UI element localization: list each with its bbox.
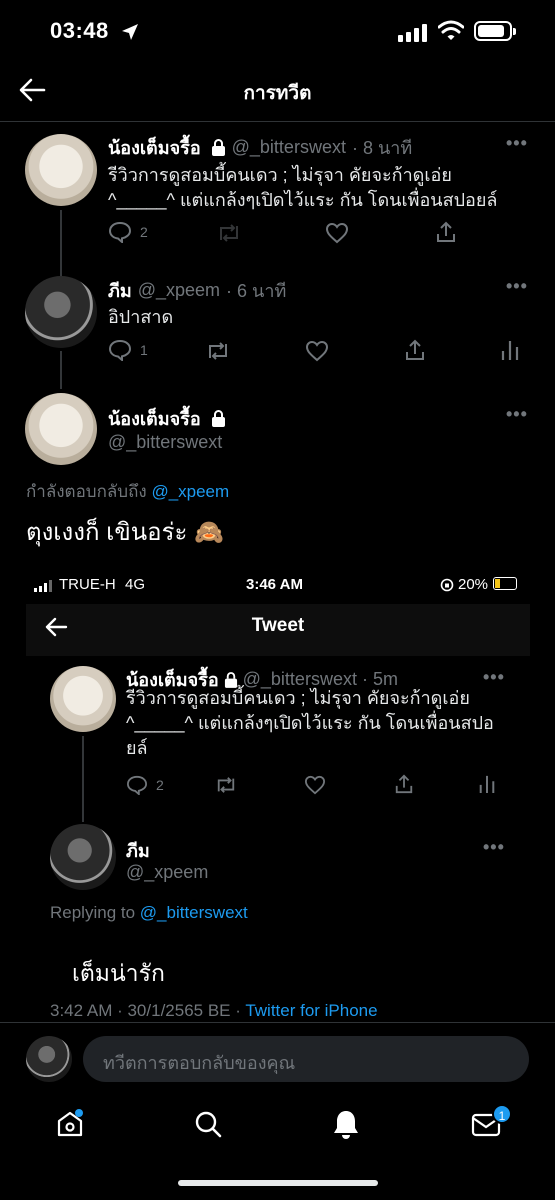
- battery-icon: [474, 21, 516, 41]
- embedded-tweet-text-line: รีวิวการดูสอมบี้คนเดว ; ไม่รุจา คัยจะก้า…: [126, 688, 470, 708]
- like-icon[interactable]: [305, 340, 329, 362]
- thread-line: [60, 351, 62, 389]
- embedded-reply-button: 2: [126, 775, 164, 795]
- tweet-text: รีวิวการดูสอมบี้คนเดว ; ไม่รุจา คัยจะก้า…: [108, 163, 548, 213]
- retweet-icon[interactable]: [205, 340, 231, 362]
- reply-icon: [108, 339, 132, 361]
- page-title: การทวีต: [243, 83, 312, 104]
- embedded-more-options-icon: •••: [483, 837, 505, 857]
- embedded-reply-text: เต็มน่ารัก: [72, 960, 165, 986]
- replying-to-link[interactable]: @_xpeem: [151, 482, 229, 501]
- my-avatar[interactable]: [26, 1036, 72, 1082]
- display-name[interactable]: น้องเต็มจรื้อ: [108, 404, 201, 433]
- embedded-timestamp: 3:42 AM · 30/1/2565 BE · Twitter for iPh…: [50, 1001, 378, 1021]
- reply-bar-divider: [0, 1022, 555, 1023]
- main-tweet-text-content: ตุงเงงก็ เขินอร่ะ: [26, 519, 188, 546]
- more-options-icon[interactable]: •••: [506, 276, 528, 297]
- embedded-share-icon: [395, 774, 413, 794]
- embedded-page-title: Tweet: [251, 615, 305, 636]
- home-indicator: [178, 1180, 378, 1186]
- avatar[interactable]: [25, 393, 97, 465]
- tweet-header: น้องเต็มจรื้อ: [108, 404, 226, 433]
- reply-icon: [108, 221, 132, 243]
- lock-icon: [211, 139, 225, 156]
- attached-screenshot[interactable]: TRUE-H 4G 3:46 AM 20% Tweet น้องเต็มจรื้…: [26, 568, 530, 1020]
- username[interactable]: @_bitterswext: [232, 137, 346, 158]
- embedded-reply-count: 2: [156, 777, 164, 793]
- embedded-thread-line: [82, 736, 84, 822]
- lock-icon: [211, 410, 225, 427]
- reply-button[interactable]: 1: [108, 339, 148, 361]
- embedded-replying-to-label: Replying to: [50, 903, 136, 922]
- embedded-avatar: [50, 824, 116, 890]
- replying-to-label: กำลังตอบกลับถึง: [26, 482, 147, 501]
- status-time: 03:48: [50, 18, 109, 43]
- embedded-avatar: [50, 666, 116, 732]
- tweet-time: · 8 นาที: [351, 138, 413, 158]
- notifications-icon[interactable]: [330, 1108, 362, 1140]
- embedded-tweet-text: รีวิวการดูสอมบี้คนเดว ; ไม่รุจา คัยจะก้า…: [126, 686, 521, 761]
- analytics-icon[interactable]: [500, 339, 520, 361]
- header-divider: [0, 121, 555, 122]
- avatar[interactable]: [25, 276, 97, 348]
- thread-line: [60, 210, 62, 276]
- tweet-text-line: รีวิวการดูสอมบี้คนเดว ; ไม่รุจา คัยจะก้า…: [108, 165, 452, 185]
- reply-placeholder: ทวีตการตอบกลับของคุณ: [103, 1053, 296, 1073]
- embedded-retweet-icon: [217, 777, 235, 793]
- cellular-signal-icon: [398, 24, 427, 42]
- embedded-replying-to-link: @_bitterswext: [139, 903, 248, 922]
- reply-count: 1: [140, 342, 148, 358]
- avatar[interactable]: [25, 134, 97, 206]
- embedded-carrier: TRUE-H: [59, 576, 116, 593]
- tweet-header: ภีม @_xpeem · 6 นาที: [108, 276, 286, 305]
- share-icon[interactable]: [404, 338, 426, 362]
- location-arrow-icon: [122, 24, 138, 40]
- username[interactable]: @_bitterswext: [108, 432, 222, 453]
- embedded-tweet-text-line: ยล์: [126, 738, 148, 758]
- username[interactable]: @_xpeem: [138, 280, 220, 301]
- see-no-evil-monkey-emoji: 🙈: [194, 519, 224, 546]
- embedded-like-icon: [304, 775, 326, 795]
- search-icon[interactable]: [192, 1108, 224, 1140]
- tweet-text-line: ^_____^ แต่แกล้งๆเปิดไว้แระ กัน โดนเพื่อ…: [108, 190, 498, 210]
- retweet-icon: [220, 224, 238, 242]
- embedded-source-link: Twitter for iPhone: [245, 1001, 378, 1020]
- tweet-header: น้องเต็มจรื้อ @_bitterswext · 8 นาที: [108, 133, 412, 162]
- display-name[interactable]: ภีม: [108, 276, 132, 305]
- more-options-icon[interactable]: •••: [506, 133, 528, 154]
- embedded-signal-icon: [34, 580, 52, 592]
- home-icon[interactable]: [54, 1108, 86, 1140]
- wifi-icon: [438, 20, 464, 40]
- embedded-display-name: ภีม: [126, 841, 150, 861]
- tweet-time: · 6 นาที: [226, 281, 287, 301]
- embedded-rotation-lock-icon: [440, 578, 454, 592]
- tweet-text: อิปาสาด: [108, 307, 174, 327]
- embedded-replying-to: Replying to @_bitterswext: [50, 903, 248, 923]
- embedded-username: @_xpeem: [126, 862, 209, 882]
- display-name[interactable]: น้องเต็มจรื้อ: [108, 133, 201, 162]
- embedded-timestamp-text: 3:42 AM · 30/1/2565 BE ·: [50, 1001, 246, 1020]
- reply-button[interactable]: 2: [108, 221, 148, 243]
- share-icon[interactable]: [435, 220, 457, 244]
- embedded-analytics-icon: [479, 775, 495, 793]
- embedded-reply-icon: [126, 775, 148, 795]
- replying-to: กำลังตอบกลับถึง @_xpeem: [26, 478, 229, 505]
- embedded-battery-percent: 20%: [458, 576, 489, 593]
- messages-badge: 1: [492, 1104, 512, 1124]
- main-tweet-text: ตุงเงงก็ เขินอร่ะ 🙈: [26, 512, 224, 551]
- reply-count: 2: [140, 224, 148, 240]
- embedded-time: 3:46 AM: [246, 576, 303, 593]
- embedded-tweet-text-line: ^_____^ แต่แกล้งๆเปิดไว้แระ กัน โดนเพื่อ…: [126, 713, 494, 733]
- embedded-battery-icon: [493, 577, 517, 590]
- more-options-icon[interactable]: •••: [506, 404, 528, 425]
- like-icon[interactable]: [325, 222, 349, 244]
- embedded-more-options-icon: •••: [483, 667, 505, 687]
- embedded-network: 4G: [125, 576, 146, 593]
